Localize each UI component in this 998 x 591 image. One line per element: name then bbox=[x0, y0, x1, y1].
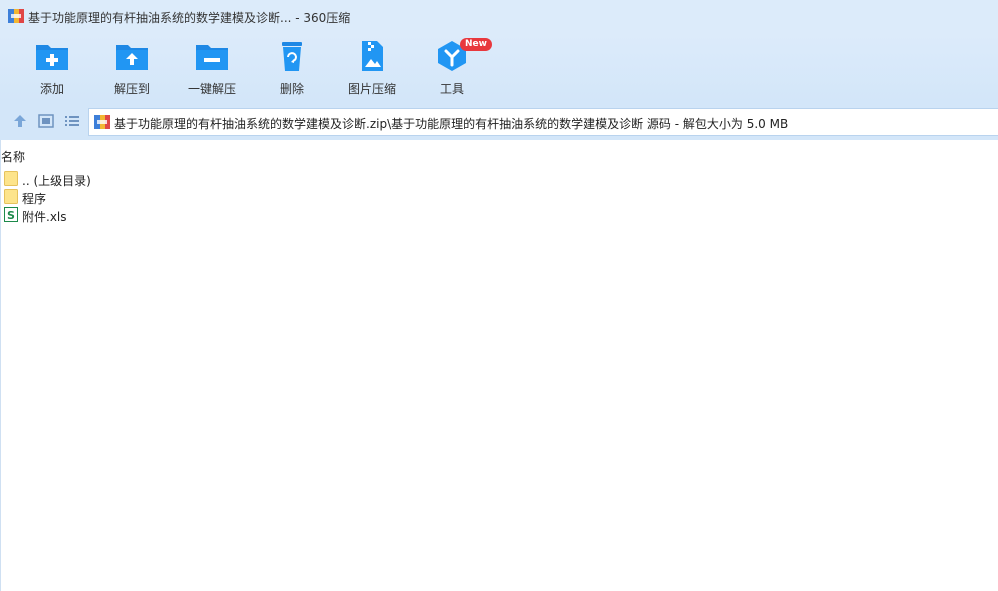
new-badge: New bbox=[460, 38, 492, 51]
file-list: 名称 .. (上级目录) 程序 S 附件.xls bbox=[0, 140, 998, 591]
tools-button[interactable]: New 工具 bbox=[417, 38, 492, 97]
delete-button[interactable]: 删除 bbox=[257, 40, 327, 97]
extract-to-button[interactable]: 解压到 bbox=[97, 40, 167, 97]
add-label: 添加 bbox=[39, 82, 64, 96]
add-folder-icon bbox=[36, 45, 68, 70]
spreadsheet-icon: S bbox=[4, 207, 18, 222]
folder-icon bbox=[4, 189, 18, 204]
archive-path: 基于功能原理的有杆抽油系统的数学建模及诊断.zip\基于功能原理的有杆抽油系统的… bbox=[114, 117, 789, 131]
thumbnail-view-icon[interactable] bbox=[38, 114, 54, 128]
file-name: .. (上级目录) bbox=[22, 174, 91, 188]
delete-label: 删除 bbox=[279, 82, 304, 96]
folder-icon bbox=[4, 171, 18, 186]
image-compress-label: 图片压缩 bbox=[347, 82, 396, 96]
trash-icon bbox=[282, 42, 302, 71]
up-arrow-icon[interactable] bbox=[12, 114, 28, 128]
svg-text:S: S bbox=[7, 209, 15, 222]
archive-app-icon bbox=[8, 9, 24, 23]
navigation-bar: 基于功能原理的有杆抽油系统的数学建模及诊断.zip\基于功能原理的有杆抽油系统的… bbox=[0, 102, 998, 140]
one-click-extract-button[interactable]: 一键解压 bbox=[177, 40, 247, 97]
file-name: 附件.xls bbox=[22, 210, 67, 224]
list-view-icon[interactable] bbox=[64, 114, 80, 128]
one-click-extract-label: 一键解压 bbox=[187, 82, 236, 96]
archive-file-icon bbox=[94, 115, 110, 129]
file-name: 程序 bbox=[22, 192, 47, 206]
toolbar: 添加 解压到 一键解压 删除 图片压缩 New 工具 bbox=[0, 34, 998, 102]
tools-label: 工具 bbox=[439, 82, 464, 96]
window-title: 基于功能原理的有杆抽油系统的数学建模及诊断... - 360压缩 bbox=[28, 11, 351, 25]
extract-to-icon bbox=[116, 45, 148, 70]
title-bar: 基于功能原理的有杆抽油系统的数学建模及诊断... - 360压缩 bbox=[0, 0, 998, 34]
add-button[interactable]: 添加 bbox=[17, 40, 87, 97]
one-click-extract-icon bbox=[196, 45, 228, 70]
extract-to-label: 解压到 bbox=[113, 82, 150, 96]
name-column-header[interactable]: 名称 bbox=[1, 148, 25, 165]
path-field[interactable]: 基于功能原理的有杆抽油系统的数学建模及诊断.zip\基于功能原理的有杆抽油系统的… bbox=[88, 108, 998, 136]
image-compress-icon bbox=[362, 41, 383, 71]
image-compress-button[interactable]: 图片压缩 bbox=[337, 40, 407, 97]
